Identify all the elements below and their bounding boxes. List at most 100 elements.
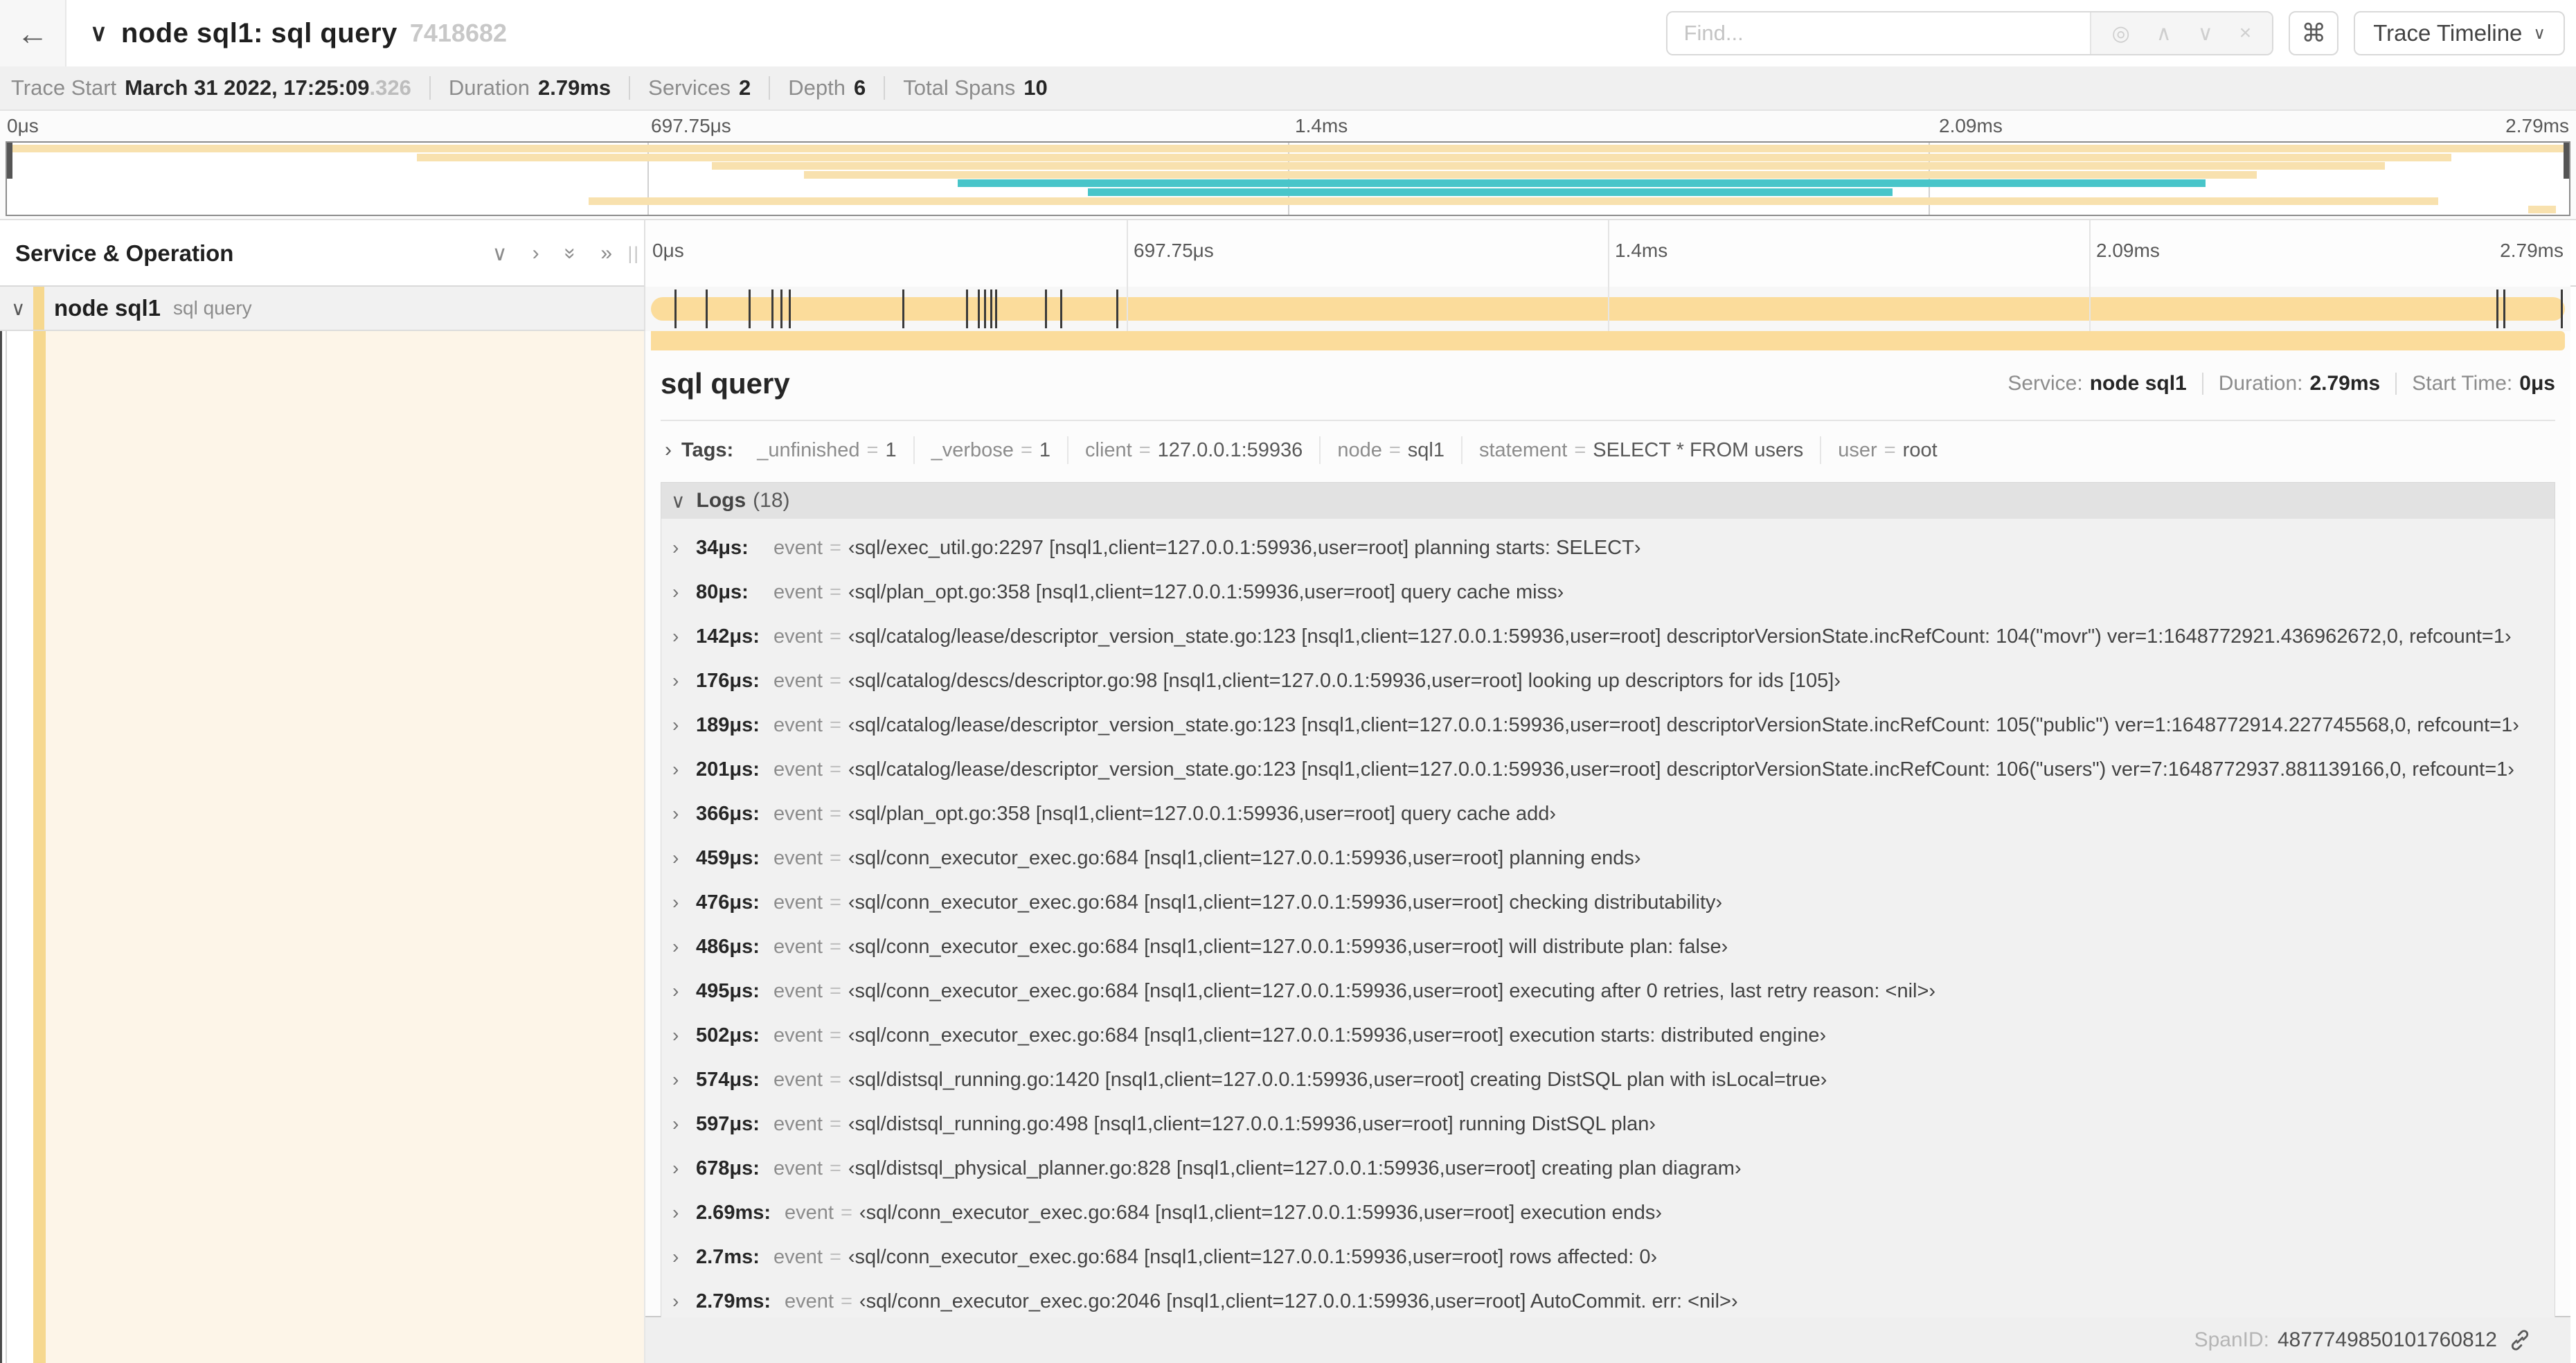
chevron-down-icon: ∨: [671, 490, 686, 512]
tags-accordion[interactable]: › Tags: _unfinished = 1 _verbose = 1 client = 12…: [661, 436, 2555, 464]
log-field-name: event: [773, 1024, 823, 1046]
divider: [429, 76, 431, 100]
log-entry[interactable]: › 678μs: event = ‹sql/distsql_physical_plann…: [661, 1146, 2555, 1191]
match-target-icon[interactable]: ◎: [2112, 21, 2130, 46]
prev-result-icon[interactable]: ∧: [2156, 21, 2172, 46]
trace-view-selector[interactable]: Trace Timeline ∨: [2354, 11, 2565, 55]
log-message: ‹sql/plan_opt.go:358 [nsql1,client=127.0…: [848, 580, 1564, 603]
back-arrow-icon: ←: [17, 15, 48, 51]
title-wrap: ∨ node sql1: sql query 7418682: [90, 18, 1666, 49]
log-message: ‹sql/conn_executor_exec.go:684 [nsql1,cl…: [848, 935, 1728, 958]
service-color-accent: [33, 331, 46, 1363]
log-marker-tick: [706, 289, 708, 328]
chevron-right-icon: ›: [672, 1246, 679, 1267]
log-entry[interactable]: › 80μs: event = ‹sql/plan_opt.go:358 [nsql1,…: [661, 570, 2555, 614]
minimap-span-bar: [2528, 206, 2557, 214]
log-marker-tick: [2496, 289, 2498, 328]
chevron-right-icon: ›: [672, 936, 679, 957]
trace-info-label: Duration: [448, 75, 530, 100]
span-row-timeline-cell[interactable]: [645, 287, 2570, 331]
logs-accordion-header[interactable]: ∨ Logs (18): [661, 483, 2555, 519]
log-entry[interactable]: › 597μs: event = ‹sql/distsql_running.go:498…: [661, 1102, 2555, 1146]
timeline-minimap: 0μs 697.75μs 1.4ms 2.09ms 2.79ms: [0, 111, 2576, 220]
equals-sign: =: [829, 979, 841, 1002]
chevron-right-icon: ›: [672, 625, 679, 647]
equals-sign: =: [840, 1201, 852, 1224]
log-entry[interactable]: › 502μs: event = ‹sql/conn_executor_exec.go:…: [661, 1013, 2555, 1058]
log-marker-tick: [1044, 289, 1047, 328]
left-pane-border: [6, 331, 7, 1363]
trace-info-label: Depth: [788, 75, 846, 100]
log-message: ‹sql/distsql_running.go:1420 [nsql1,clie…: [848, 1068, 1827, 1091]
left-edge-line: [0, 331, 2, 1363]
link-icon[interactable]: [2508, 1328, 2532, 1352]
log-timestamp: 201μs:: [696, 758, 760, 781]
divider: [2201, 373, 2203, 395]
trace-info-value: 2.79ms: [538, 75, 611, 100]
log-entry[interactable]: › 486μs: event = ‹sql/conn_executor_exec.go:…: [661, 925, 2555, 969]
clear-search-icon[interactable]: ×: [2239, 21, 2252, 45]
span-row[interactable]: ∨ node sql1 sql query: [0, 287, 2576, 331]
log-entry[interactable]: › 459μs: event = ‹sql/conn_executor_exec.go:…: [661, 836, 2555, 880]
log-entry[interactable]: › 34μs: event = ‹sql/exec_util.go:2297 [nsql…: [661, 526, 2555, 570]
tag-value: 1: [1039, 438, 1051, 461]
span-row-name-cell[interactable]: ∨ node sql1 sql query: [0, 287, 645, 331]
page-title: node sql1: sql query: [120, 17, 397, 48]
log-marker-tick: [995, 289, 998, 328]
find-input[interactable]: [1667, 12, 2090, 54]
log-marker-tick: [977, 289, 980, 328]
log-entry[interactable]: › 142μs: event = ‹sql/catalog/lease/descript…: [661, 614, 2555, 659]
log-entry[interactable]: › 201μs: event = ‹sql/catalog/lease/descript…: [661, 747, 2555, 792]
chevron-right-icon: ›: [672, 714, 679, 736]
chevron-down-icon[interactable]: ∨: [90, 19, 107, 47]
span-operation-title: sql query: [661, 367, 790, 400]
log-message: ‹sql/catalog/lease/descriptor_version_st…: [848, 625, 2512, 648]
log-entry[interactable]: › 574μs: event = ‹sql/distsql_running.go:142…: [661, 1058, 2555, 1102]
chevron-down-icon[interactable]: ∨: [11, 297, 32, 320]
log-entry[interactable]: › 366μs: event = ‹sql/plan_opt.go:358 [nsql1…: [661, 792, 2555, 836]
minimap-left-scrubber[interactable]: [7, 143, 12, 179]
timeline-ruler: 0μs 697.75μs 1.4ms 2.09ms 2.79ms: [645, 220, 2570, 287]
trace-info-item: Depth 6: [788, 75, 866, 100]
tag-item[interactable]: client = 127.0.0.1:59936: [1068, 436, 1321, 464]
log-timestamp: 476μs:: [696, 891, 760, 914]
tag-item[interactable]: _unfinished = 1: [740, 436, 915, 464]
tag-item[interactable]: user = root: [1821, 436, 1953, 464]
equals-sign: =: [829, 758, 841, 781]
expand-one-icon[interactable]: ›: [533, 242, 539, 265]
log-marker-tick: [780, 289, 783, 328]
minimap-right-scrubber[interactable]: [2564, 143, 2569, 179]
minimap-canvas[interactable]: [6, 141, 2570, 216]
header-bar: ← ∨ node sql1: sql query 7418682 ◎ ∧ ∨ × ⌘ …: [0, 0, 2576, 66]
collapse-one-icon[interactable]: ∨: [492, 242, 508, 266]
log-entry[interactable]: › 495μs: event = ‹sql/conn_executor_exec.go:…: [661, 969, 2555, 1013]
log-entry[interactable]: › 176μs: event = ‹sql/catalog/descs/descript…: [661, 659, 2555, 703]
log-marker-tick: [965, 289, 968, 328]
log-marker-tick: [1116, 289, 1118, 328]
span-duration-bar-detail[interactable]: [651, 331, 2565, 350]
next-result-icon[interactable]: ∨: [2198, 21, 2213, 46]
log-timestamp: 597μs:: [696, 1112, 760, 1135]
time-tick-label: 0μs: [652, 240, 684, 261]
minimap-span-bar: [711, 162, 2385, 170]
back-button[interactable]: ←: [0, 0, 66, 66]
log-timestamp: 2.7ms:: [696, 1245, 760, 1268]
column-resizer-handle[interactable]: ||: [627, 243, 640, 265]
equals-sign: =: [829, 713, 841, 736]
tag-value: SELECT * FROM users: [1593, 438, 1804, 461]
meta-label: Duration:: [2218, 372, 2303, 395]
tag-item[interactable]: statement = SELECT * FROM users: [1463, 436, 1822, 464]
log-entry[interactable]: › 2.69ms: event = ‹sql/conn_executor_exec.go…: [661, 1191, 2555, 1235]
log-entry[interactable]: › 2.7ms: event = ‹sql/conn_executor_exec.go:…: [661, 1235, 2555, 1279]
log-marker-tick: [771, 289, 774, 328]
keyboard-shortcuts-button[interactable]: ⌘: [2289, 11, 2339, 55]
collapse-all-icon[interactable]: »: [559, 242, 582, 265]
trace-info-label: Total Spans: [903, 75, 1016, 100]
log-entry[interactable]: › 476μs: event = ‹sql/conn_executor_exec.go:…: [661, 880, 2555, 925]
log-entry[interactable]: › 189μs: event = ‹sql/catalog/lease/descript…: [661, 703, 2555, 747]
equals-sign: =: [829, 1157, 841, 1179]
tag-item[interactable]: node = sql1: [1321, 436, 1463, 464]
log-timestamp: 574μs:: [696, 1068, 760, 1091]
expand-all-icon[interactable]: »: [600, 242, 612, 265]
tag-item[interactable]: _verbose = 1: [915, 436, 1069, 464]
